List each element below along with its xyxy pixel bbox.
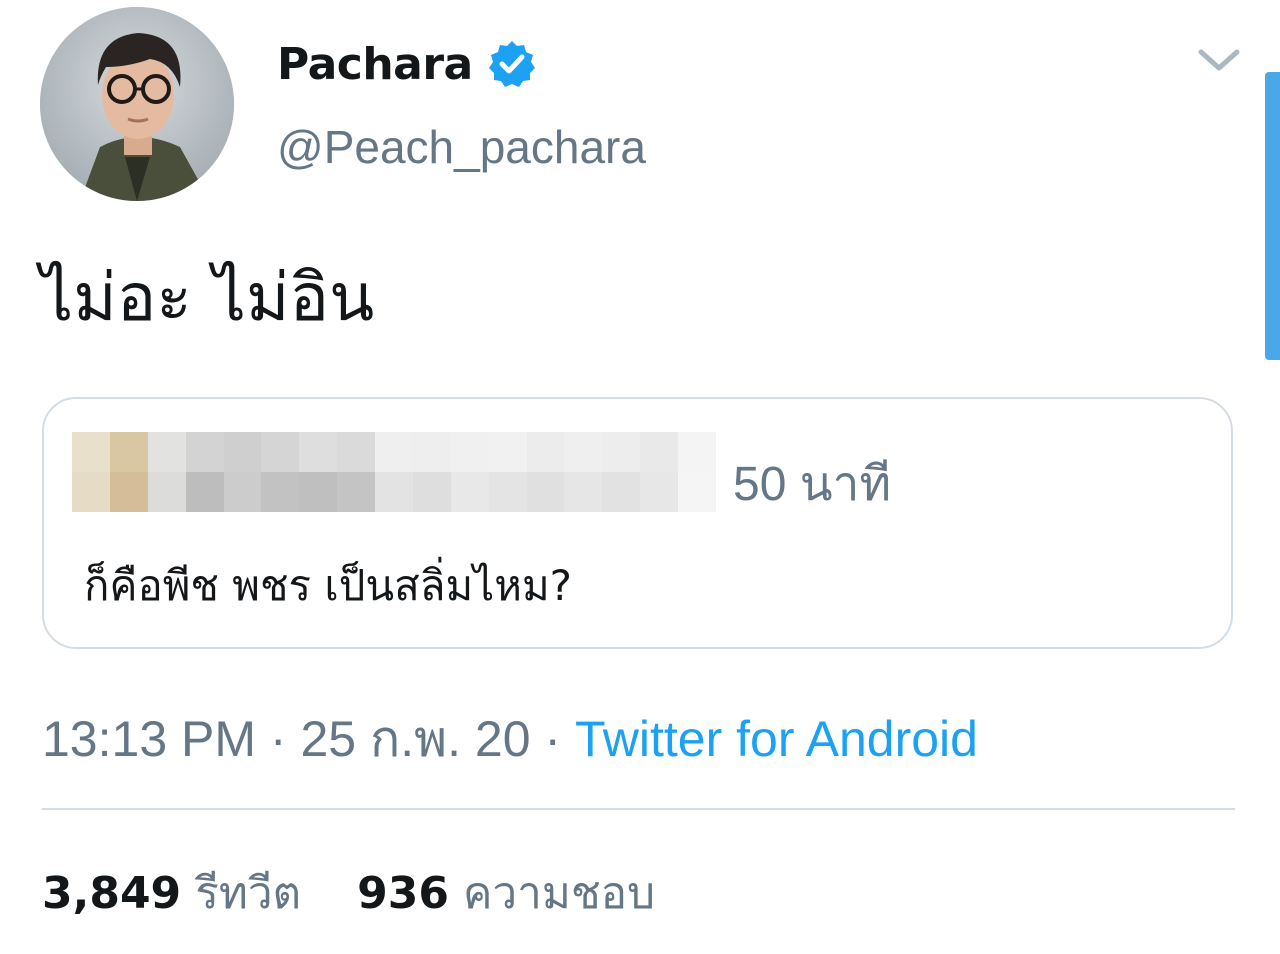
avatar[interactable]	[40, 7, 234, 201]
quoted-tweet-text: ก็คือพีช พชร เป็นสลิ่มไหม?	[84, 561, 572, 610]
display-name[interactable]: Pachara	[277, 39, 473, 90]
quoted-tweet-time: 50 นาที	[733, 458, 892, 511]
tweet-stats: 3,849 รีทวีต 936 ความชอบ	[42, 858, 697, 928]
display-name-row: Pachara	[277, 34, 537, 94]
retweets-count: 3,849	[42, 868, 182, 919]
likes-stat[interactable]: 936 ความชอบ	[357, 858, 655, 928]
meta-separator: ·	[544, 711, 562, 767]
blurred-author-name	[72, 432, 716, 512]
user-handle[interactable]: @Peach_pachara	[277, 120, 646, 174]
tweet-date: 25 ก.พ. 20	[300, 711, 531, 767]
divider	[42, 808, 1235, 810]
retweets-stat[interactable]: 3,849 รีทวีต	[42, 858, 301, 928]
chevron-down-icon[interactable]	[1193, 40, 1245, 80]
avatar-photo	[40, 7, 234, 201]
verified-badge-icon	[487, 39, 537, 89]
likes-label: ความชอบ	[462, 868, 656, 919]
tweet-meta: 13:13 PM · 25 ก.พ. 20 · Twitter for Andr…	[42, 700, 978, 779]
likes-count: 936	[357, 868, 449, 919]
meta-separator: ·	[269, 711, 287, 767]
scrollbar[interactable]	[1265, 72, 1280, 360]
tweet-source-link[interactable]: Twitter for Android	[575, 711, 978, 767]
retweets-label: รีทวีต	[195, 868, 302, 919]
tweet-time: 13:13 PM	[42, 711, 257, 767]
tweet-text: ไม่อะ ไม่อิน	[40, 259, 375, 336]
